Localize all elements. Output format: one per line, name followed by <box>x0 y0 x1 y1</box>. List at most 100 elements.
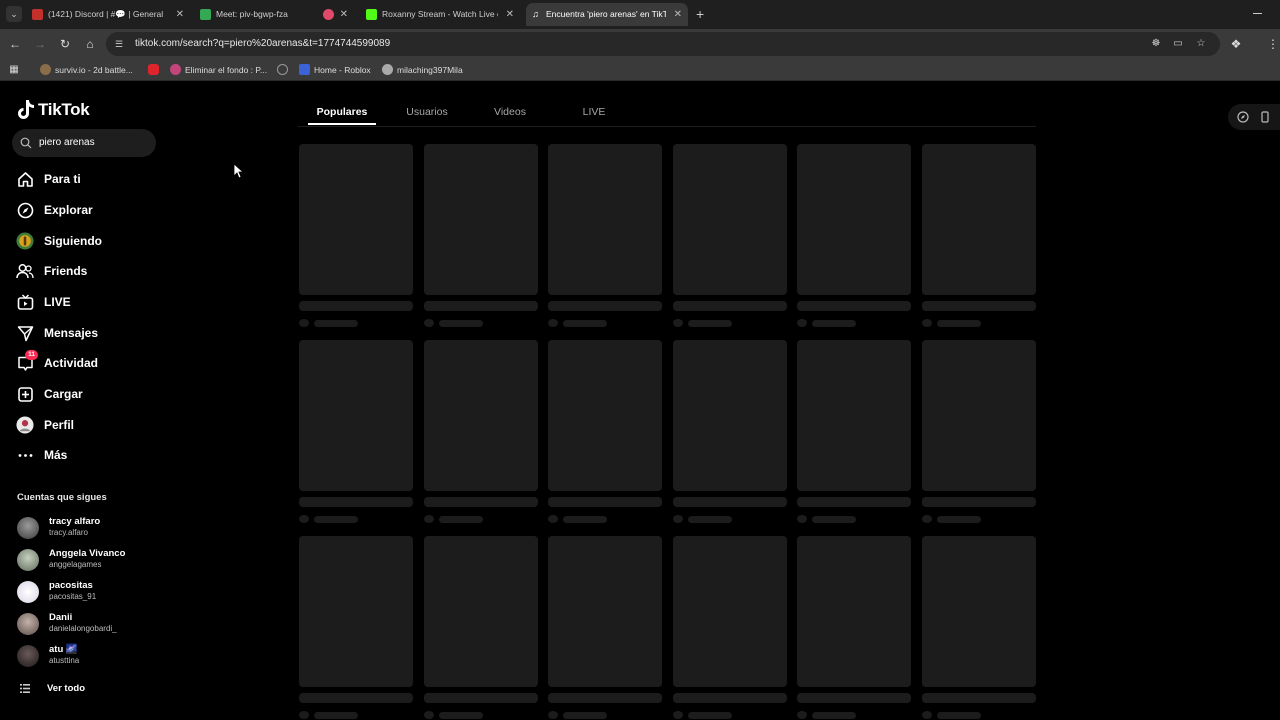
tab-usuarios[interactable]: Usuarios <box>392 93 462 127</box>
translate-icon[interactable]: ☸ <box>1149 37 1163 51</box>
avatar <box>17 613 39 635</box>
video-thumbnail-placeholder <box>922 144 1036 295</box>
close-tab-icon[interactable]: ✕ <box>176 3 184 26</box>
nav-item-siguiendo[interactable]: Siguiendo <box>16 229 102 253</box>
avatar <box>17 645 39 667</box>
bookmark-milaching[interactable]: milaching397Mila <box>382 59 463 81</box>
nav-item-cargar[interactable]: Cargar <box>16 382 83 406</box>
bookmark-surviv[interactable]: surviv.io - 2d battle... <box>40 59 133 81</box>
account-username: anggelagames <box>49 560 102 569</box>
bookmark-remove-bg[interactable]: Eliminar el fondo : P... <box>170 59 267 81</box>
device-icon[interactable] <box>1259 111 1271 123</box>
followed-account[interactable]: pacositas pacositas_91 <box>17 580 197 606</box>
upload-icon <box>16 385 34 403</box>
nav-item-explorar[interactable]: Explorar <box>16 198 93 222</box>
home-icon <box>16 170 34 188</box>
author-avatar-placeholder <box>423 319 434 327</box>
nav-label: Perfil <box>44 418 75 432</box>
caption-placeholder <box>797 693 912 703</box>
avatar <box>17 581 39 603</box>
nav-label: Cargar <box>44 387 83 401</box>
apps-grid-icon[interactable]: ▦ <box>6 62 22 78</box>
home-button-icon[interactable]: ⌂ <box>82 36 98 52</box>
nav-item-live[interactable]: LIVE <box>16 290 71 314</box>
author-avatar-placeholder <box>797 319 808 327</box>
address-url[interactable]: tiktok.com/search?q=piero%20arenas&t=177… <box>135 32 390 56</box>
browser-tab-kick[interactable]: Roxanny Stream - Watch Live on Kick ✕ <box>362 3 520 26</box>
tab-videos[interactable]: Videos <box>478 93 542 127</box>
bookmark-youtube[interactable] <box>148 59 163 81</box>
close-tab-icon[interactable]: ✕ <box>506 3 514 26</box>
browser-tab-recording[interactable]: ✕ <box>318 3 354 26</box>
new-tab-button[interactable]: + <box>696 6 704 22</box>
bookmark-history[interactable] <box>277 59 292 81</box>
browser-menu-icon[interactable]: ⋮ <box>1265 36 1280 52</box>
author-name-placeholder <box>314 320 358 327</box>
author-name-placeholder <box>314 516 358 523</box>
author-name-placeholder <box>937 712 981 719</box>
author-avatar-placeholder <box>423 515 434 523</box>
following-section-title: Cuentas que sigues <box>17 492 107 503</box>
caption-placeholder <box>423 693 538 703</box>
surviv-favicon-icon <box>40 64 51 75</box>
caption-placeholder <box>299 497 413 507</box>
author-avatar-placeholder <box>299 515 309 523</box>
site-info-icon[interactable]: ☰ <box>115 38 127 50</box>
browser-tab-tiktok[interactable]: ♫ Encuentra 'piero arenas' en TikTok ✕ <box>526 3 688 26</box>
caption-placeholder <box>797 301 912 311</box>
followed-account[interactable]: atu 🌌 atusttina <box>17 644 197 670</box>
bookmark-roblox[interactable]: Home - Roblox <box>299 59 371 81</box>
tiktok-favicon-icon: ♫ <box>532 9 539 19</box>
nav-item-mensajes[interactable]: Mensajes <box>16 321 98 345</box>
followed-account[interactable]: tracy alfaro tracy.alfaro <box>17 516 197 542</box>
back-arrow-icon[interactable]: ← <box>7 36 23 52</box>
followed-account[interactable]: Danii danielalongobardi_ <box>17 612 197 638</box>
live-tv-icon <box>16 293 34 311</box>
profile-avatar-icon <box>16 416 34 434</box>
author-avatar-placeholder <box>922 711 932 719</box>
bookmark-star-icon[interactable]: ☆ <box>1194 37 1208 51</box>
removebg-favicon-icon <box>170 64 181 75</box>
author-name-placeholder <box>563 516 608 523</box>
video-thumbnail-placeholder <box>548 144 663 295</box>
followed-account[interactable]: Anggela Vivanco anggelagames <box>17 548 197 574</box>
compass-icon[interactable] <box>1237 111 1249 123</box>
tab-live[interactable]: LIVE <box>566 93 622 127</box>
tab-search-chevron-icon[interactable]: ⌄ <box>6 6 22 22</box>
caption-placeholder <box>423 301 538 311</box>
close-tab-icon[interactable]: ✕ <box>674 3 682 26</box>
nav-item-perfil[interactable]: Perfil <box>16 413 74 437</box>
forward-arrow-icon[interactable]: → <box>32 36 48 52</box>
following-avatar-icon <box>16 232 34 250</box>
close-tab-icon[interactable]: ✕ <box>340 3 348 26</box>
extensions-puzzle-icon[interactable]: ❖ <box>1228 36 1244 52</box>
author-avatar-placeholder <box>299 319 309 327</box>
account-username: danielalongobardi_ <box>49 624 117 633</box>
minimize-window-icon[interactable] <box>1253 13 1262 14</box>
tiktok-logo[interactable]: TikTok <box>17 98 90 122</box>
author-name-placeholder <box>937 320 981 327</box>
cast-icon[interactable]: ▭ <box>1171 37 1185 51</box>
search-input[interactable]: piero arenas <box>12 129 156 157</box>
browser-tab-discord[interactable]: (1421) Discord | #💬 | General ✕ <box>28 3 190 26</box>
caption-placeholder <box>548 497 663 507</box>
address-bar[interactable]: ☰ tiktok.com/search?q=piero%20arenas&t=1… <box>106 32 1220 56</box>
reload-icon[interactable]: ↻ <box>57 36 73 52</box>
account-name: atu 🌌 <box>49 644 78 655</box>
tab-populares[interactable]: Populares <box>308 93 376 127</box>
caption-placeholder <box>672 693 787 703</box>
browser-tab-title: Encuentra 'piero arenas' en TikTok <box>546 9 666 19</box>
nav-item-mas[interactable]: Más <box>16 443 67 467</box>
video-thumbnail-placeholder <box>672 144 787 295</box>
tiktok-page: TikTok piero arenas Para ti Explorar Sig… <box>0 81 1280 720</box>
search-value[interactable]: piero arenas <box>39 129 95 157</box>
nav-item-para-ti[interactable]: Para ti <box>16 167 81 191</box>
nav-item-friends[interactable]: Friends <box>16 259 87 283</box>
author-name-placeholder <box>937 516 981 523</box>
author-avatar-placeholder <box>797 711 808 719</box>
see-all-link[interactable]: Ver todo <box>20 681 85 695</box>
author-name-placeholder <box>563 320 608 327</box>
bookmarks-bar: ▦ surviv.io - 2d battle... Eliminar el f… <box>0 59 1280 81</box>
nav-item-actividad[interactable]: 11 Actividad <box>16 350 98 375</box>
caption-placeholder <box>548 301 663 311</box>
